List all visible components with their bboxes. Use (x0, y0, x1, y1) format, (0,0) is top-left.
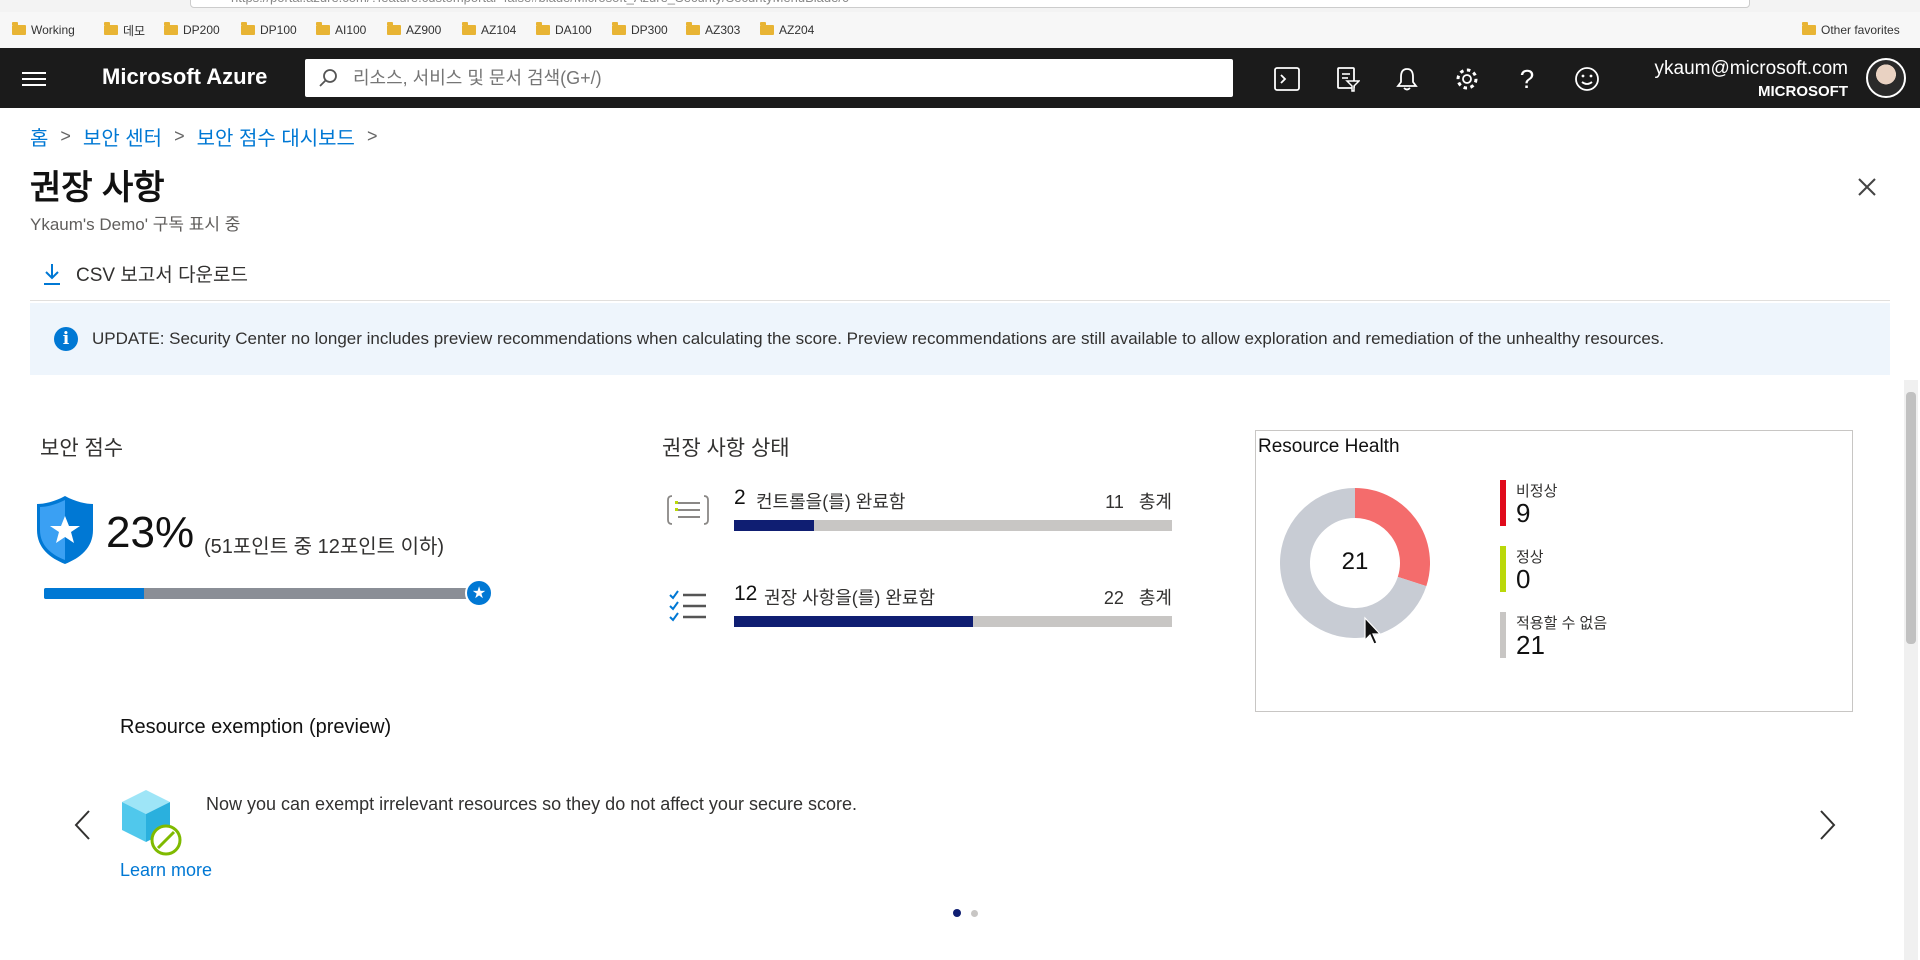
folder-icon (316, 22, 330, 35)
scrollbar-thumb[interactable] (1906, 392, 1916, 644)
secure-score-progress-fill (44, 588, 144, 599)
controls-completed-row: 2 컨트롤을(를) 완료함 11 총계 (660, 486, 1172, 536)
score-star-icon: ★ (465, 579, 493, 607)
page-subtitle: Ykaum's Demo' 구독 표시 중 (30, 215, 241, 234)
download-csv-button[interactable]: CSV 보고서 다운로드 (42, 260, 248, 287)
breadcrumb-security-center[interactable]: 보안 센터 (83, 122, 162, 151)
recommendations-total: 22 총계 (1103, 588, 1172, 608)
secure-score-title: 보안 점수 (40, 437, 124, 460)
recommendations-completed-label: 권장 사항을(를) 완료함 (764, 588, 936, 608)
folder-icon (1802, 22, 1816, 35)
mouse-cursor-icon (1364, 616, 1382, 645)
exemption-text: Now you can exempt irrelevant resources … (206, 794, 857, 814)
bookmark-az204[interactable]: AZ204 (760, 20, 814, 40)
folder-icon (12, 22, 26, 35)
feedback-smiley-icon[interactable] (1570, 62, 1604, 96)
info-banner: i UPDATE: Security Center no longer incl… (30, 303, 1890, 375)
command-bar-divider (30, 300, 1890, 301)
gear-icon[interactable] (1450, 62, 1484, 96)
shield-star-icon (37, 496, 93, 564)
carousel-dot-active[interactable] (953, 909, 961, 917)
breadcrumb-secure-score-dashboard[interactable]: 보안 점수 대시보드 (197, 122, 355, 151)
brand-title[interactable]: Microsoft Azure (102, 64, 267, 90)
folder-icon (104, 22, 118, 35)
user-tenant[interactable]: MICROSOFT (1758, 83, 1848, 100)
cloud-shell-icon[interactable] (1270, 62, 1304, 96)
folder-icon (462, 22, 476, 35)
secure-score-detail: (51포인트 중 12포인트 이하) (204, 536, 445, 558)
help-icon[interactable]: ? (1510, 62, 1544, 96)
folder-icon (686, 22, 700, 35)
carousel-dot[interactable] (971, 910, 978, 917)
learn-more-link[interactable]: Learn more (120, 860, 212, 881)
legend-swatch (1500, 546, 1506, 592)
download-csv-label: CSV 보고서 다운로드 (76, 265, 248, 286)
legend-value: 21 (1516, 630, 1545, 660)
secure-score-percent: 23% (106, 508, 195, 557)
search-icon (319, 69, 337, 87)
close-icon[interactable] (1852, 172, 1882, 202)
azure-top-bar: Microsoft Azure ? ykaum@microsoft.com MI… (0, 48, 1920, 108)
controls-total: 11 총계 (1105, 492, 1172, 512)
chevron-right-icon: > (366, 126, 378, 146)
folder-icon (164, 22, 178, 35)
folder-icon (612, 22, 626, 35)
chevron-right-icon: > (174, 126, 185, 146)
hamburger-menu-icon[interactable] (22, 68, 46, 88)
info-banner-text: UPDATE: Security Center no longer includ… (92, 329, 1665, 348)
legend-value: 9 (1516, 498, 1531, 528)
resource-health-title: Resource Health (1258, 436, 1400, 457)
bookmark-az900[interactable]: AZ900 (387, 20, 441, 40)
bookmark-dp100[interactable]: DP100 (241, 20, 297, 40)
avatar[interactable] (1866, 58, 1906, 98)
info-icon: i (54, 327, 78, 351)
bookmark-working[interactable]: Working (12, 20, 75, 40)
bookmark-dp200[interactable]: DP200 (164, 20, 220, 40)
controls-completed-count: 2 (734, 486, 746, 509)
recommendations-completed-count: 12 (734, 582, 758, 605)
breadcrumb: 홈 > 보안 센터 > 보안 점수 대시보드 > (30, 122, 377, 151)
directory-filter-icon[interactable] (1330, 62, 1364, 96)
global-search-input[interactable] (305, 59, 1233, 97)
recommendations-progress-fill (734, 616, 973, 627)
bookmark-demo[interactable]: 데모 (104, 20, 145, 40)
controls-progress-fill (734, 520, 814, 531)
bookmark-dp300[interactable]: DP300 (612, 20, 668, 40)
bookmark-da100[interactable]: DA100 (536, 20, 592, 40)
download-icon (44, 263, 60, 285)
bell-icon[interactable] (1390, 62, 1424, 96)
legend-swatch (1500, 480, 1506, 526)
folder-icon (760, 22, 774, 35)
bookmarks-bar: Working 데모 DP200 DP100 AI100 AZ900 AZ104… (0, 12, 1920, 49)
breadcrumb-home[interactable]: 홈 (30, 122, 48, 151)
chevron-left-icon[interactable] (72, 808, 94, 842)
checklist-icon (669, 590, 706, 622)
bookmark-ai100[interactable]: AI100 (316, 20, 366, 40)
bookmark-az303[interactable]: AZ303 (686, 20, 740, 40)
bookmark-az104[interactable]: AZ104 (462, 20, 516, 40)
controls-completed-label: 컨트롤을(를) 완료함 (756, 492, 906, 512)
controls-list-icon (667, 495, 709, 525)
page-title: 권장 사항 (30, 169, 165, 207)
user-email[interactable]: ykaum@microsoft.com (1655, 58, 1849, 80)
folder-icon (387, 22, 401, 35)
folder-icon (536, 22, 550, 35)
recommendation-status-title: 권장 사항 상태 (662, 437, 790, 460)
recommendations-completed-row: 12 권장 사항을(를) 완료함 22 총계 (660, 582, 1172, 632)
exemption-title: Resource exemption (preview) (120, 716, 392, 738)
legend-value: 0 (1516, 564, 1531, 594)
address-bar[interactable]: https://portal.azure.com/?feature.custom… (190, 0, 1750, 8)
folder-icon (241, 22, 255, 35)
chevron-right-icon: > (60, 126, 71, 146)
exemption-cube-icon (122, 790, 182, 856)
bookmark-other-favorites[interactable]: Other favorites (1802, 20, 1900, 40)
legend-swatch (1500, 612, 1506, 658)
chevron-right-icon[interactable] (1816, 808, 1838, 842)
donut-center-value: 21 (1341, 548, 1369, 575)
